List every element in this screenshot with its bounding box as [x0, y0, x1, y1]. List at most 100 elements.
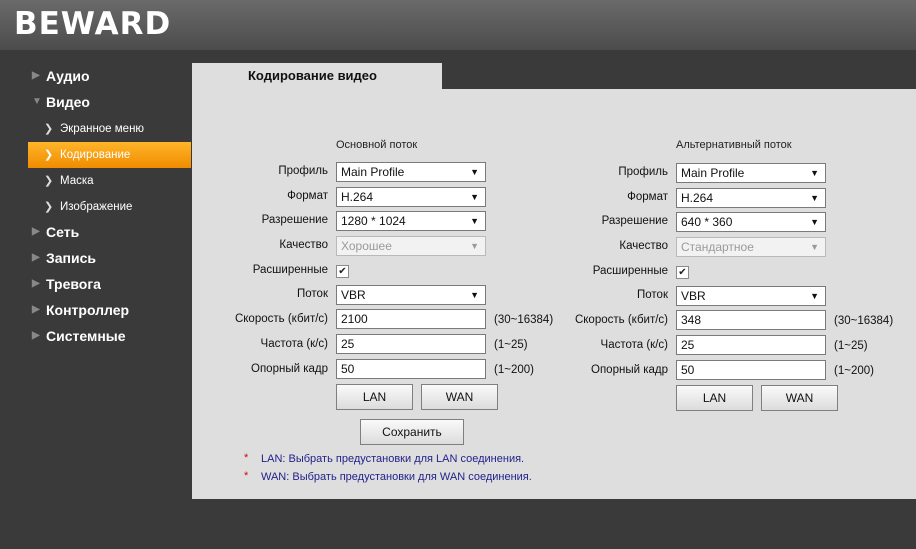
- sidebar-item-system[interactable]: ▶ Системные: [28, 324, 192, 350]
- chevron-right-icon: ❯: [44, 201, 54, 213]
- chevron-right-icon: ❯: [44, 175, 54, 187]
- gop-label: Опорный кадр: [591, 364, 668, 376]
- resolution-label: Разрешение: [601, 215, 668, 227]
- alt-format-select[interactable]: H.264: [676, 188, 826, 208]
- chevron-right-icon: ❯: [44, 149, 54, 161]
- main-framerate-row: Частота (к/с): [192, 335, 328, 355]
- advanced-label: Расширенные: [592, 265, 668, 277]
- sidebar-item-label: Сеть: [46, 224, 80, 240]
- alt-wan-button[interactable]: WAN: [761, 385, 838, 411]
- quality-label: Качество: [279, 239, 328, 251]
- save-button[interactable]: Сохранить: [360, 419, 464, 445]
- main-quality-select: Хорошее: [336, 236, 486, 256]
- main-framerate-input[interactable]: 25: [336, 334, 486, 354]
- main-profile-row: Профиль: [192, 162, 328, 182]
- sidebar-item-record[interactable]: ▶ Запись: [28, 246, 192, 272]
- alt-framerate-input[interactable]: 25: [676, 335, 826, 355]
- alt-stream-title: Альтернативный поток: [676, 139, 792, 151]
- alt-resolution-row: Разрешение: [532, 212, 668, 232]
- triangle-down-icon: ▼: [32, 96, 42, 107]
- bitrate-label: Скорость (кбит/с): [234, 313, 328, 325]
- triangle-right-icon: ▶: [32, 252, 40, 263]
- alt-resolution-select[interactable]: 640 * 360: [676, 212, 826, 232]
- sidebar-item-label: Кодирование: [60, 149, 131, 161]
- sidebar-item-mask[interactable]: ❯ Маска: [28, 168, 192, 194]
- main-profile-select[interactable]: Main Profile: [336, 162, 486, 182]
- encoding-panel: Основной поток Профиль Main Profile Форм…: [192, 89, 916, 499]
- sidebar-item-controller[interactable]: ▶ Контроллер: [28, 298, 192, 324]
- profile-label: Профиль: [278, 165, 328, 177]
- alt-profile-row: Профиль: [532, 163, 668, 183]
- main-stream-title: Основной поток: [336, 139, 418, 151]
- bitrate-label: Скорость (кбит/с): [574, 314, 668, 326]
- main-framerate-range: (1~25): [494, 339, 528, 351]
- stream-label: Поток: [297, 288, 328, 300]
- main-advanced-row: Расширенные: [192, 261, 328, 281]
- sidebar-item-encoding[interactable]: ❯ Кодирование: [28, 142, 191, 168]
- advanced-label: Расширенные: [252, 264, 328, 276]
- triangle-right-icon: ▶: [32, 304, 40, 315]
- alt-lan-button[interactable]: LAN: [676, 385, 753, 411]
- sidebar-item-video[interactable]: ▼ Видео: [28, 90, 192, 116]
- stream-label: Поток: [637, 289, 668, 301]
- framerate-label: Частота (к/с): [600, 339, 668, 351]
- beward-logo: BEWARD: [14, 6, 172, 42]
- main-wan-button[interactable]: WAN: [421, 384, 498, 410]
- main-format-row: Формат: [192, 187, 328, 207]
- alt-bitrate-row: Скорость (кбит/с): [532, 311, 668, 331]
- triangle-right-icon: ▶: [32, 330, 40, 341]
- main-quality-row: Качество: [192, 236, 328, 256]
- alt-framerate-row: Частота (к/с): [532, 336, 668, 356]
- alt-advanced-row: Расширенные: [532, 262, 668, 282]
- note-lan: LAN: Выбрать предустановки для LAN соеди…: [261, 453, 525, 465]
- main-format-select[interactable]: H.264: [336, 187, 486, 207]
- alt-framerate-range: (1~25): [834, 340, 868, 352]
- sidebar-item-image[interactable]: ❯ Изображение: [28, 194, 192, 220]
- main-stream-select[interactable]: VBR: [336, 285, 486, 305]
- alt-bitrate-input[interactable]: 348: [676, 310, 826, 330]
- profile-label: Профиль: [618, 166, 668, 178]
- alt-gop-row: Опорный кадр: [532, 361, 668, 381]
- main-gop-range: (1~200): [494, 364, 534, 376]
- sidebar-item-audio[interactable]: ▶ Аудио: [28, 64, 192, 90]
- main-bitrate-input[interactable]: 2100: [336, 309, 486, 329]
- alt-gop-input[interactable]: 50: [676, 360, 826, 380]
- main-stream-row: Поток: [192, 285, 328, 305]
- main-bitrate-row: Скорость (кбит/с): [192, 310, 328, 330]
- sidebar-item-label: Аудио: [46, 68, 90, 84]
- main-gop-input[interactable]: 50: [336, 359, 486, 379]
- framerate-label: Частота (к/с): [260, 338, 328, 350]
- triangle-right-icon: ▶: [32, 226, 40, 237]
- alt-stream-select[interactable]: VBR: [676, 286, 826, 306]
- sidebar-item-osd[interactable]: ❯ Экранное меню: [28, 116, 192, 142]
- header-bar: BEWARD: [0, 0, 916, 50]
- sidebar-item-alarm[interactable]: ▶ Тревога: [28, 272, 192, 298]
- sidebar-item-label: Экранное меню: [60, 123, 145, 135]
- sidebar: ▶ Аудио ▼ Видео ❯ Экранное меню ❯ Кодировани…: [28, 64, 192, 350]
- alt-gop-range: (1~200): [834, 365, 874, 377]
- format-label: Формат: [627, 191, 668, 203]
- note-wan: WAN: Выбрать предустановки для WAN соеди…: [261, 471, 532, 483]
- sidebar-item-label: Маска: [60, 175, 94, 187]
- note-star: *: [244, 470, 249, 482]
- resolution-label: Разрешение: [261, 214, 328, 226]
- main-advanced-checkbox[interactable]: ✔: [336, 265, 349, 278]
- gop-label: Опорный кадр: [251, 363, 328, 375]
- sidebar-item-network[interactable]: ▶ Сеть: [28, 220, 192, 246]
- alt-advanced-checkbox[interactable]: ✔: [676, 266, 689, 279]
- sidebar-item-label: Системные: [46, 328, 126, 344]
- alt-format-row: Формат: [532, 188, 668, 208]
- main-gop-row: Опорный кадр: [192, 360, 328, 380]
- alt-profile-select[interactable]: Main Profile: [676, 163, 826, 183]
- alt-quality-select: Стандартное: [676, 237, 826, 257]
- main-resolution-row: Разрешение: [192, 211, 328, 231]
- sidebar-item-label: Тревога: [46, 276, 101, 292]
- alt-quality-row: Качество: [532, 237, 668, 257]
- triangle-right-icon: ▶: [32, 278, 40, 289]
- sidebar-item-label: Запись: [46, 250, 97, 266]
- sidebar-item-label: Видео: [46, 94, 90, 110]
- triangle-right-icon: ▶: [32, 70, 40, 81]
- main-lan-button[interactable]: LAN: [336, 384, 413, 410]
- tab-video-encoding[interactable]: Кодирование видео: [192, 63, 442, 89]
- main-resolution-select[interactable]: 1280 * 1024: [336, 211, 486, 231]
